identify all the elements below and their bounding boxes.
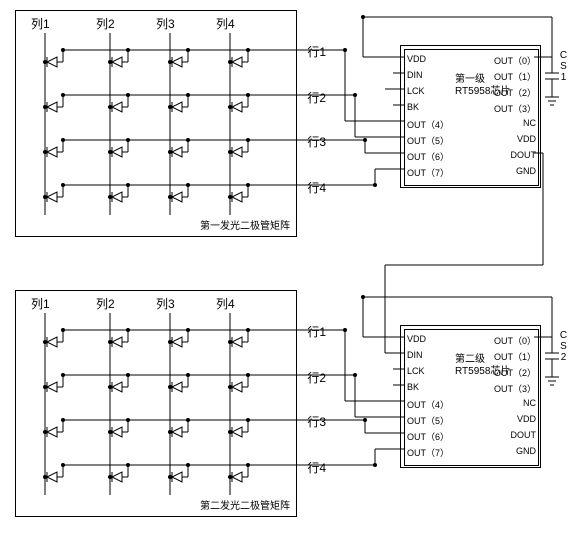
pin-label: OUT（6） <box>407 150 449 163</box>
row-label: 行2 <box>307 369 326 386</box>
pin-label: OUT（4） <box>407 398 449 411</box>
pin-label: NC <box>523 398 536 408</box>
pin-label: OUT（6） <box>407 430 449 443</box>
matrix-1: 列1 列2 列3 列4 行1 行2 行3 行4 第一发光二极管矩阵 <box>15 10 297 237</box>
col-label: 列1 <box>31 15 50 32</box>
pin-label: OUT（4） <box>407 118 449 131</box>
row-label: 行4 <box>307 179 326 196</box>
capacitor-icon <box>545 325 559 395</box>
pin-label: OUT（3） <box>494 382 536 395</box>
col-label: 列4 <box>216 295 235 312</box>
row-label: 行3 <box>307 413 326 430</box>
col-label: 列2 <box>96 15 115 32</box>
pin-label: OUT（7） <box>407 446 449 459</box>
pin-label: DOUT <box>511 430 537 440</box>
col-label: 列4 <box>216 15 235 32</box>
chip-title-line: RT5958芯片 <box>455 366 510 378</box>
pin-label: VDD <box>407 334 426 344</box>
pin-label: NC <box>523 118 536 128</box>
pin-label: DIN <box>407 70 423 80</box>
cs2-label: CS2 <box>558 330 569 363</box>
pin-label: DOUT <box>511 150 537 160</box>
pin-label: LCK <box>407 366 425 376</box>
pin-label: OUT（0） <box>494 54 536 67</box>
col-label: 列2 <box>96 295 115 312</box>
pin-label: OUT（0） <box>494 334 536 347</box>
col-label: 列1 <box>31 295 50 312</box>
row-label: 行4 <box>307 459 326 476</box>
matrix-label: 第二发光二极管矩阵 <box>200 497 290 512</box>
capacitor-icon <box>545 45 559 115</box>
pin-label: OUT（3） <box>494 102 536 115</box>
chip-title: 第一级 RT5958芯片 <box>455 74 510 98</box>
row-label: 行1 <box>307 43 326 60</box>
pin-label: VDD <box>407 54 426 64</box>
cs1-label: CS1 <box>558 50 569 83</box>
matrix-2: 列1 列2 列3 列4 行1 行2 行3 行4 第二发光二极管矩阵 <box>15 290 297 517</box>
chip-2: VDD DIN LCK BK OUT（4） OUT（5） OUT（6） OUT（… <box>400 325 541 468</box>
pin-label: BK <box>407 382 419 392</box>
chip-title-line: RT5958芯片 <box>455 86 510 98</box>
col-label: 列3 <box>156 295 175 312</box>
chip-title-line: 第一级 <box>455 74 510 86</box>
pin-label: VDD <box>517 134 536 144</box>
pin-label: OUT（5） <box>407 414 449 427</box>
pin-label: OUT（7） <box>407 166 449 179</box>
chip-title: 第二级 RT5958芯片 <box>455 354 510 378</box>
chip-title-line: 第二级 <box>455 354 510 366</box>
col-label: 列3 <box>156 15 175 32</box>
pin-label: GND <box>516 166 536 176</box>
row-label: 行2 <box>307 89 326 106</box>
pin-label: OUT（5） <box>407 134 449 147</box>
chip-1: VDD DIN LCK BK OUT（4） OUT（5） OUT（6） OUT（… <box>400 45 541 188</box>
pin-label: LCK <box>407 86 425 96</box>
matrix-label: 第一发光二极管矩阵 <box>200 217 290 232</box>
pin-label: BK <box>407 102 419 112</box>
row-label: 行1 <box>307 323 326 340</box>
circuit-diagram: 列1 列2 列3 列4 行1 行2 行3 行4 第一发光二极管矩阵 列1 列2 … <box>5 5 575 550</box>
row-label: 行3 <box>307 133 326 150</box>
pin-label: VDD <box>517 414 536 424</box>
pin-label: GND <box>516 446 536 456</box>
pin-label: DIN <box>407 350 423 360</box>
